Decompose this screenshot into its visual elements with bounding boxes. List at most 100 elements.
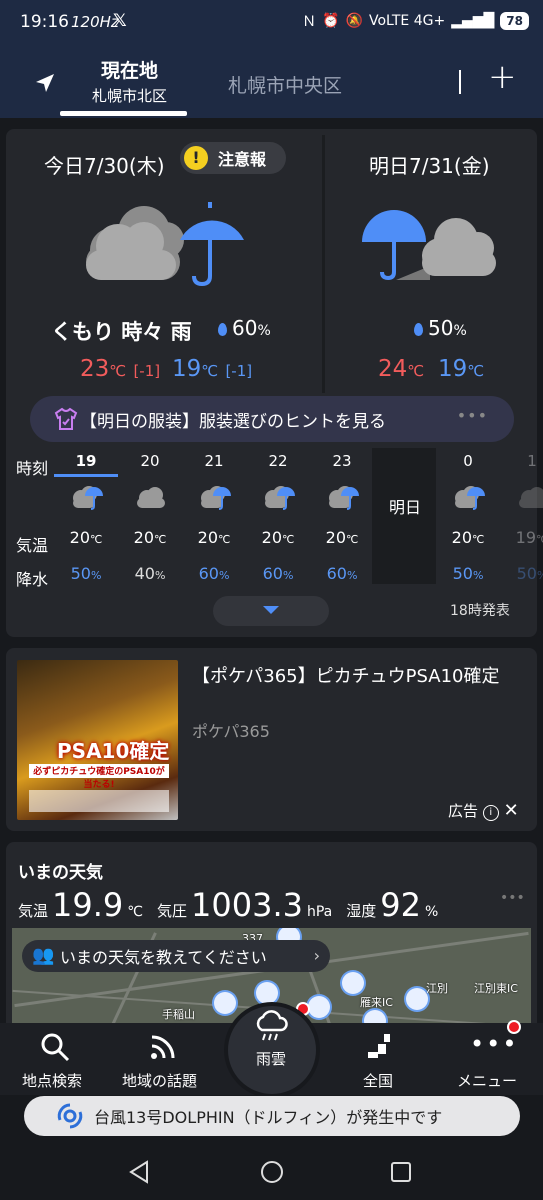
recents-icon[interactable] bbox=[390, 1161, 412, 1183]
rain-pin-icon[interactable] bbox=[342, 972, 364, 994]
hour-precip: 50% bbox=[54, 564, 118, 583]
hour-precip: 60% bbox=[246, 564, 310, 583]
network-label: VoLTE 4G+ bbox=[368, 13, 446, 29]
hour-temp: 20℃ bbox=[182, 528, 246, 547]
hour-temp: 20℃ bbox=[246, 528, 310, 547]
celsius-unit: ℃ bbox=[201, 362, 219, 380]
percent-unit: % bbox=[257, 323, 271, 339]
report-weather-button[interactable]: 👥 いまの天気を教えてください › bbox=[22, 940, 330, 972]
people-icon: 👥 bbox=[32, 945, 55, 966]
pressure-value: 1003.3 bbox=[191, 886, 303, 924]
cloud-rain-icon bbox=[182, 484, 246, 516]
tab-chuo-ku[interactable]: 札幌市中央区 bbox=[228, 71, 342, 98]
hour-precip: 50% bbox=[436, 564, 500, 583]
home-icon[interactable] bbox=[259, 1159, 285, 1185]
hour-temp-value: 20 bbox=[451, 528, 472, 547]
search-icon[interactable] bbox=[40, 1032, 70, 1062]
humidity-unit: % bbox=[424, 904, 439, 920]
tab-current-location[interactable]: 現在地 札幌市北区 bbox=[72, 56, 187, 106]
more-icon[interactable]: ••• bbox=[457, 406, 488, 425]
map-label-karikiic: 雁来IC bbox=[360, 996, 393, 1009]
clothing-banner[interactable]: 【明日の服装】服装選びのヒントを見る ••• bbox=[30, 396, 514, 442]
hour-temp-value: 20 bbox=[69, 528, 90, 547]
cloud-rain-icon bbox=[246, 484, 310, 516]
humidity-label: 湿度 bbox=[346, 902, 377, 920]
current-readings: 気温 19.9 ℃ 気圧 1003.3 hPa 湿度 92% bbox=[18, 886, 452, 924]
tomorrow-low-value: 19 bbox=[438, 356, 468, 382]
header-divider bbox=[459, 70, 461, 94]
drop-icon bbox=[414, 323, 423, 336]
nav-national[interactable]: 全国 bbox=[363, 1070, 393, 1091]
rain-pin-icon[interactable] bbox=[214, 992, 236, 1014]
battery-icon: 78 bbox=[500, 12, 529, 30]
celsius-unit: ℃ bbox=[467, 362, 485, 380]
percent-unit: % bbox=[472, 569, 484, 582]
pressure-label: 気圧 bbox=[157, 902, 188, 920]
celsius-unit: ℃ bbox=[90, 533, 103, 546]
rain-pin-icon[interactable] bbox=[308, 996, 330, 1018]
nav-search[interactable]: 地点検索 bbox=[22, 1070, 82, 1091]
warning-badge[interactable]: ! 注意報 bbox=[180, 142, 286, 174]
status-time: 19:16 bbox=[20, 12, 69, 32]
today-precip-value: 60 bbox=[232, 316, 258, 340]
hour-precip-value: 60 bbox=[326, 564, 347, 583]
hour-precip: 60% bbox=[310, 564, 374, 583]
cloud-rain-icon bbox=[54, 484, 118, 516]
info-icon[interactable]: i bbox=[482, 805, 499, 821]
today-precip: 60% bbox=[218, 316, 271, 340]
tomorrow-date: 明日7/31(金) bbox=[369, 154, 490, 178]
celsius-unit: ℃ bbox=[346, 533, 359, 546]
menu-icon[interactable]: ••• bbox=[470, 1030, 518, 1058]
alarm-icon: ⏰ bbox=[322, 13, 340, 29]
today-low-value: 19 bbox=[172, 356, 202, 382]
report-weather-text: いまの天気を教えてください bbox=[60, 948, 267, 967]
ad-image-subtext: 必ずピカチュウ確定のPSA10が当たる! bbox=[29, 764, 169, 790]
ad-label-text: 広告 bbox=[448, 802, 479, 820]
ad-title[interactable]: 【ポケパ365】ピカチュウPSA10確定 bbox=[192, 664, 532, 690]
location-arrow-icon[interactable] bbox=[34, 72, 56, 94]
today-low-diff: [-1] bbox=[225, 362, 253, 380]
hour-precip-value: 50 bbox=[452, 564, 473, 583]
nav-topics[interactable]: 地域の話題 bbox=[122, 1070, 197, 1091]
hour-temp-value: 20 bbox=[197, 528, 218, 547]
x-app-icon: 𝕏 bbox=[113, 11, 127, 31]
more-icon[interactable]: ••• bbox=[500, 890, 525, 906]
celsius-unit: ℃ bbox=[282, 533, 295, 546]
current-weather-title: いまの天気 bbox=[18, 863, 103, 883]
hour-precip-value: 50 bbox=[70, 564, 91, 583]
typhoon-banner[interactable]: 台風13号DOLPHIN（ドルフィン）が発生中です bbox=[24, 1096, 520, 1136]
hour-precip: 50% bbox=[500, 564, 543, 583]
rss-icon[interactable] bbox=[150, 1034, 176, 1060]
map-label-ebetsu-east: 江別東IC bbox=[474, 982, 518, 995]
add-location-button[interactable]: + bbox=[488, 60, 517, 94]
hour-temp: 20℃ bbox=[118, 528, 182, 547]
ad-label[interactable]: 広告 i ✕ bbox=[448, 800, 519, 821]
rain-pin-icon[interactable] bbox=[256, 982, 278, 1004]
hour-precip: 40% bbox=[118, 564, 182, 583]
drop-icon bbox=[218, 323, 227, 336]
tomorrow-precip: 50% bbox=[414, 316, 467, 340]
today-high-value: 23 bbox=[80, 356, 110, 382]
chevron-right-icon: › bbox=[313, 946, 320, 965]
active-tab-indicator bbox=[60, 111, 187, 116]
japan-map-icon[interactable] bbox=[364, 1032, 394, 1062]
tomorrow-label: 明日 bbox=[389, 498, 422, 517]
humidity-value: 92 bbox=[380, 886, 421, 924]
rain-pin-icon[interactable] bbox=[406, 988, 428, 1010]
percent-unit: % bbox=[537, 569, 543, 582]
cloud-rain-icon bbox=[436, 484, 500, 516]
hour-label: 19 bbox=[75, 452, 97, 470]
rain-cloud-icon bbox=[362, 210, 496, 281]
hour-temp: 19℃ bbox=[500, 528, 543, 547]
menu-notification-dot bbox=[507, 1020, 521, 1034]
today-low: 19℃ [-1] bbox=[172, 356, 252, 382]
nav-menu[interactable]: メニュー bbox=[457, 1070, 517, 1091]
back-icon[interactable] bbox=[128, 1160, 150, 1184]
cloud-icon bbox=[118, 484, 182, 516]
tab-current-subtitle: 札幌市北区 bbox=[91, 87, 167, 105]
close-icon[interactable]: ✕ bbox=[504, 800, 519, 821]
tab-current-title: 現在地 bbox=[100, 60, 158, 82]
hour-precip-value: 40 bbox=[134, 564, 155, 583]
ad-image[interactable]: PSA10確定 必ずピカチュウ確定のPSA10が当たる! bbox=[17, 660, 178, 820]
weather-description: くもり 時々 雨 bbox=[51, 320, 192, 344]
